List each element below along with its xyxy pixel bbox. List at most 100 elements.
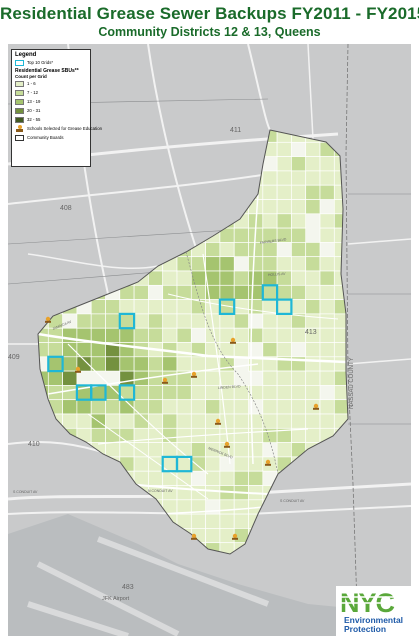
- grid-cell: [219, 342, 235, 358]
- grid-cell: [162, 299, 178, 315]
- grid-cell: [90, 313, 106, 329]
- grid-cell: [205, 242, 221, 258]
- class-label: 1 - 6: [27, 81, 36, 86]
- top-grid-swatch: [15, 59, 24, 66]
- grid-cell: [276, 327, 292, 343]
- grid-cell: [190, 456, 206, 472]
- grid-cell: [248, 456, 264, 472]
- grid-cell: [190, 413, 206, 429]
- grid-cell: [62, 399, 78, 415]
- grid-cell: [291, 199, 307, 215]
- grid-cell: [305, 299, 321, 315]
- grid-cell: [276, 141, 292, 157]
- grid-cell: [319, 356, 335, 372]
- grid-cell: [233, 242, 249, 258]
- grid-cell: [76, 313, 92, 329]
- grid-cell: [219, 513, 235, 529]
- grid-cell: [305, 256, 321, 272]
- grid-cell: [291, 427, 307, 443]
- grid-cell: [276, 442, 292, 458]
- map-poster: Residential Grease Sewer Backups FY2011 …: [0, 0, 419, 640]
- grid-cell: [176, 385, 192, 401]
- grid-cell: [90, 299, 106, 315]
- street-label-n-conduit: N CONDUIT AV: [148, 489, 173, 493]
- grid-cell: [276, 256, 292, 272]
- area-label-413: 413: [305, 329, 317, 336]
- grid-cell: [333, 399, 348, 415]
- grid-cell: [276, 284, 292, 300]
- grid-cell: [176, 413, 192, 429]
- grid-cell: [319, 370, 335, 386]
- grid-cell: [205, 513, 221, 529]
- class-swatch: [15, 80, 24, 87]
- grid-cell: [119, 370, 135, 386]
- grid-cell: [233, 327, 249, 343]
- grid-cell: [190, 313, 206, 329]
- grid-cell: [205, 528, 221, 544]
- grid-cell: [148, 356, 164, 372]
- area-label-410: 410: [28, 441, 40, 448]
- legend-class-2: 7 - 12: [15, 88, 87, 97]
- legend-class-4: 20 - 31: [15, 106, 87, 115]
- grid-cell: [190, 399, 206, 415]
- grid-cell: [233, 427, 249, 443]
- grid-cell: [133, 284, 149, 300]
- grid-cell: [162, 313, 178, 329]
- grid-cell: [148, 313, 164, 329]
- grid-cell: [276, 399, 292, 415]
- grid-cell: [319, 399, 335, 415]
- map-canvas: 411 408 413 409 410 483 NASSAU COUNTY JF…: [8, 44, 411, 636]
- grid-cell: [133, 299, 149, 315]
- grid-cell: [291, 213, 307, 229]
- grid-cell: [205, 399, 221, 415]
- grid-cell: [47, 342, 63, 358]
- grid-cell: [162, 270, 178, 286]
- grid-cell: [148, 399, 164, 415]
- class-label: 7 - 12: [27, 90, 38, 95]
- schools-label: Schools Selected for Grease Education: [27, 126, 103, 131]
- grid-cell: [219, 270, 235, 286]
- grid-cell: [219, 256, 235, 272]
- grid-cell: [262, 242, 278, 258]
- grid-cell: [148, 470, 164, 486]
- grid-cell: [62, 356, 78, 372]
- grid-cell: [148, 456, 164, 472]
- grid-cell: [176, 270, 192, 286]
- grid-cell: [262, 170, 278, 186]
- grid-cell: [162, 470, 178, 486]
- grid-cell: [219, 284, 235, 300]
- grid-cell: [248, 470, 264, 486]
- grid-cell: [105, 442, 121, 458]
- grid-cell: [105, 327, 121, 343]
- grid-cell: [133, 327, 149, 343]
- grid-cell: [291, 156, 307, 172]
- grid-cell: [291, 327, 307, 343]
- grid-cell: [176, 356, 192, 372]
- grid-cell: [133, 385, 149, 401]
- grid-cell: [291, 242, 307, 258]
- legend-class-3: 13 - 19: [15, 97, 87, 106]
- grid-cell: [62, 385, 78, 401]
- grid-cell: [119, 356, 135, 372]
- grid-cell: [162, 284, 178, 300]
- grid-cell: [190, 385, 206, 401]
- grid-cell: [219, 242, 235, 258]
- grid-cell: [305, 156, 321, 172]
- grid-cell: [276, 184, 292, 200]
- grid-cell: [276, 385, 292, 401]
- grid-cell: [105, 299, 121, 315]
- grid-cell: [162, 427, 178, 443]
- grid-cell: [248, 256, 264, 272]
- jfk-airport-label: JFK Airport: [102, 596, 130, 602]
- grid-cell: [305, 141, 321, 157]
- grid-cell: [276, 313, 292, 329]
- grid-cell: [90, 327, 106, 343]
- grid-cell: [262, 327, 278, 343]
- grid-cell: [319, 327, 335, 343]
- legend: Legend Top 10 Grids* Residential Grease …: [11, 49, 102, 167]
- nyc-wordmark: NYC: [340, 588, 395, 616]
- legend-boards: Community Boards: [15, 133, 87, 142]
- grid-cell: [319, 413, 335, 429]
- grid-cell: [176, 427, 192, 443]
- grid-cell: [319, 284, 335, 300]
